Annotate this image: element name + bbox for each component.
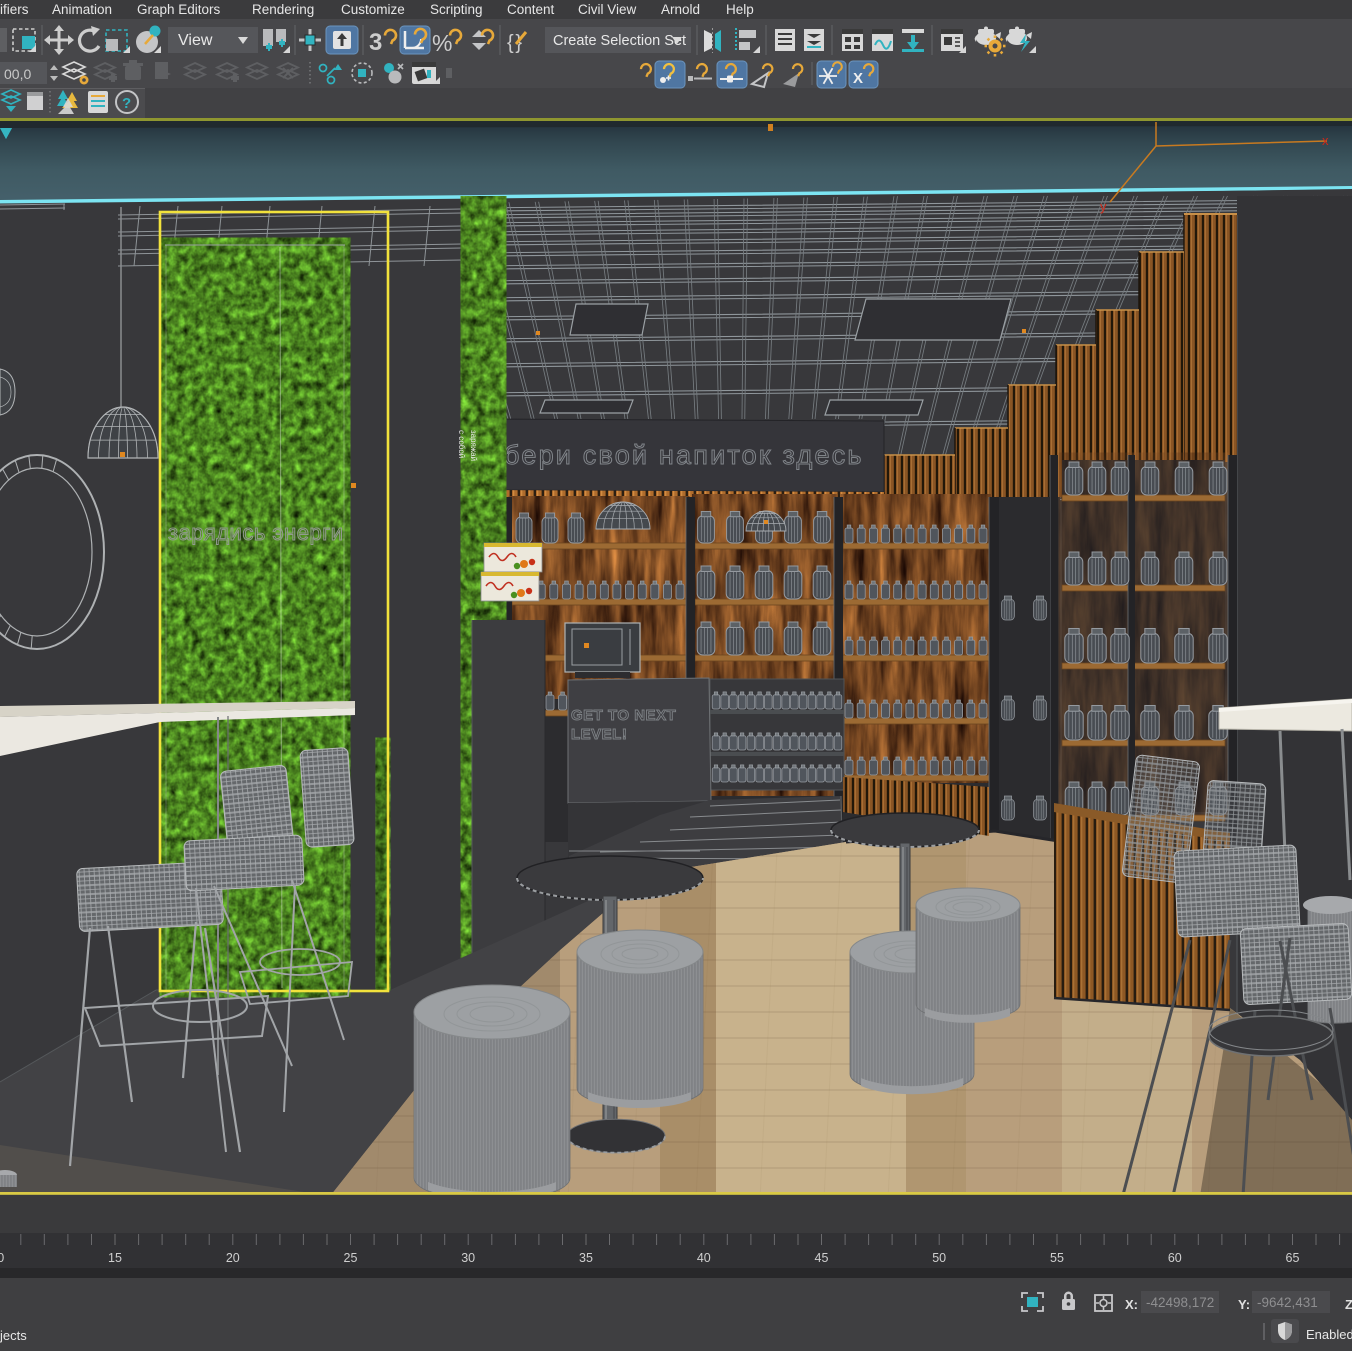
- svg-text:Create Selection Set: Create Selection Set: [553, 33, 686, 49]
- svg-text:-9642,431: -9642,431: [1257, 1295, 1318, 1310]
- svg-text:X: X: [853, 70, 863, 87]
- svg-text:Customize: Customize: [341, 2, 405, 17]
- svg-text:65: 65: [1286, 1251, 1300, 1265]
- svg-text:3: 3: [369, 29, 382, 56]
- svg-text:20: 20: [226, 1251, 240, 1265]
- svg-text:Rendering: Rendering: [252, 2, 314, 17]
- svg-text:10: 10: [0, 1251, 4, 1265]
- svg-text:LEVEL!: LEVEL!: [571, 726, 627, 743]
- svg-text:Scripting: Scripting: [430, 2, 483, 17]
- svg-text:y: y: [1100, 199, 1107, 214]
- svg-text:x: x: [1322, 133, 1329, 148]
- svg-text:60: 60: [1168, 1251, 1182, 1265]
- svg-text:50: 50: [932, 1251, 946, 1265]
- svg-text:25: 25: [344, 1251, 358, 1265]
- svg-text:Help: Help: [726, 2, 754, 17]
- svg-text:Arnold: Arnold: [661, 2, 700, 17]
- svg-text:Civil View: Civil View: [578, 2, 637, 17]
- svg-text:40: 40: [697, 1251, 711, 1265]
- svg-text:30: 30: [461, 1251, 475, 1265]
- svg-text:Y:: Y:: [1238, 1297, 1250, 1312]
- svg-text:-42498,172: -42498,172: [1146, 1295, 1214, 1310]
- svg-text:{ }: { }: [507, 32, 522, 54]
- svg-text:?: ?: [122, 95, 131, 112]
- svg-text:с собой: с собой: [457, 430, 466, 458]
- svg-text:Enabled: Enabled: [1306, 1327, 1352, 1342]
- svg-text:55: 55: [1050, 1251, 1064, 1265]
- svg-text:ifiers: ifiers: [0, 2, 29, 17]
- svg-text:зарядись энерги: зарядись энерги: [168, 520, 344, 545]
- svg-text:Content: Content: [507, 2, 555, 17]
- svg-text:00,0: 00,0: [4, 66, 31, 82]
- svg-text:заряжай: заряжай: [469, 430, 478, 461]
- svg-text:35: 35: [579, 1251, 593, 1265]
- svg-text:Graph Editors: Graph Editors: [137, 2, 221, 17]
- svg-text:бери свой напиток здесь: бери свой напиток здесь: [504, 440, 864, 470]
- svg-text:View: View: [178, 32, 213, 49]
- svg-text:jects: jects: [0, 1328, 27, 1343]
- svg-text:Animation: Animation: [52, 2, 112, 17]
- svg-text:GET TO NEXT: GET TO NEXT: [571, 707, 676, 724]
- svg-text:15: 15: [108, 1251, 122, 1265]
- svg-text:Z: Z: [1345, 1297, 1352, 1312]
- svg-text:45: 45: [815, 1251, 829, 1265]
- svg-text:X:: X:: [1125, 1297, 1138, 1312]
